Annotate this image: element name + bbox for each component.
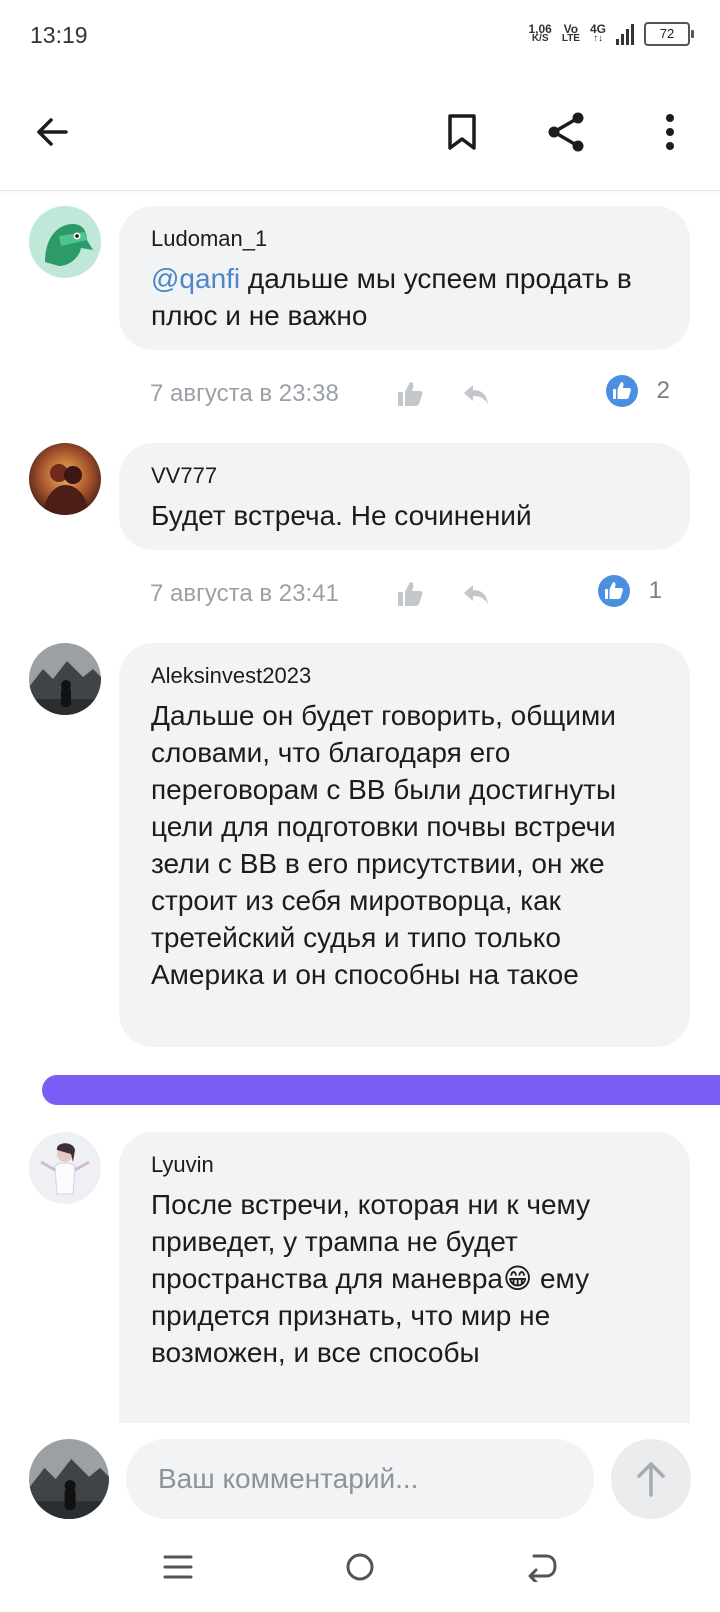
comment-meta: 7 августа в 23:41 1 bbox=[150, 574, 670, 614]
like-badge-icon[interactable] bbox=[597, 574, 631, 608]
avatar[interactable] bbox=[29, 443, 101, 515]
back-nav-button[interactable] bbox=[517, 1545, 567, 1589]
likes-count: 2 bbox=[656, 377, 670, 404]
my-avatar[interactable] bbox=[29, 1439, 109, 1519]
comment-meta: 7 августа в 23:38 2 bbox=[150, 374, 670, 414]
signal-icon bbox=[616, 23, 634, 45]
comment-text: Будет встреча. Не сочинений bbox=[151, 500, 532, 531]
recents-button[interactable] bbox=[153, 1545, 203, 1589]
girl-avatar-icon bbox=[29, 1132, 101, 1204]
thumbs-up-icon bbox=[398, 582, 423, 606]
status-bar: 13:19 1,06 K/S Vo LTE 4G ↑↓ 72 bbox=[0, 0, 720, 76]
network-type: 4G ↑↓ bbox=[589, 22, 606, 44]
net-speed: 1,06 K/S bbox=[528, 22, 552, 44]
home-circle-icon bbox=[346, 1553, 374, 1581]
likes: 1 bbox=[597, 574, 662, 608]
bookmark-icon bbox=[448, 114, 476, 150]
app-bar bbox=[0, 76, 720, 191]
reply-button[interactable] bbox=[456, 574, 496, 614]
arrow-left-icon bbox=[37, 118, 68, 146]
reply-button[interactable] bbox=[456, 374, 496, 414]
comment-input-bar: Ваш комментарий... bbox=[0, 1423, 720, 1523]
battery-icon: 72 bbox=[644, 22, 694, 46]
thumbs-up-icon bbox=[398, 382, 423, 406]
like-button[interactable] bbox=[390, 574, 430, 614]
comment-author[interactable]: Lyuvin bbox=[151, 1152, 660, 1178]
menu-icon bbox=[163, 1555, 193, 1579]
more-vertical-icon bbox=[666, 114, 674, 150]
share-button[interactable] bbox=[540, 106, 592, 158]
status-time: 13:19 bbox=[30, 22, 88, 48]
new-comments-divider bbox=[42, 1075, 720, 1105]
back-nav-icon bbox=[528, 1554, 557, 1582]
system-nav-bar bbox=[0, 1523, 720, 1612]
arrow-up-icon bbox=[637, 1462, 665, 1497]
mountain-avatar-icon bbox=[29, 643, 101, 715]
home-button[interactable] bbox=[335, 1545, 385, 1589]
mountain-avatar-icon bbox=[29, 1439, 109, 1519]
avatar[interactable] bbox=[29, 643, 101, 715]
couple-avatar-icon bbox=[29, 443, 101, 515]
comment-author[interactable]: VV777 bbox=[151, 463, 660, 489]
share-icon bbox=[548, 112, 584, 152]
bookmark-button[interactable] bbox=[436, 106, 488, 158]
comment-author[interactable]: Ludoman_1 bbox=[151, 226, 660, 252]
comment-text: После встречи, которая ни к чему приведе… bbox=[151, 1189, 591, 1368]
comment-date: 7 августа в 23:41 bbox=[150, 580, 339, 607]
likes: 2 bbox=[605, 374, 670, 408]
comment-bubble[interactable]: Ludoman_1 @qanfi дальше мы успеем продат… bbox=[119, 206, 690, 350]
like-badge-icon[interactable] bbox=[605, 374, 639, 408]
more-button[interactable] bbox=[644, 106, 696, 158]
reply-icon bbox=[464, 385, 488, 404]
comments-feed[interactable]: Ludoman_1 @qanfi дальше мы успеем продат… bbox=[0, 191, 720, 1423]
comment-text: Дальше он будет говорить, общими словами… bbox=[151, 700, 617, 990]
user-mention[interactable]: @qanfi bbox=[151, 263, 240, 294]
comment-author[interactable]: Aleksinvest2023 bbox=[151, 663, 660, 689]
send-button[interactable] bbox=[611, 1439, 691, 1519]
comment-bubble[interactable]: Lyuvin После встречи, которая ни к чему … bbox=[119, 1132, 690, 1423]
volte-indicator: Vo LTE bbox=[561, 22, 580, 44]
comment-text: @qanfi дальше мы успеем продать в плюс и… bbox=[151, 263, 632, 331]
avatar[interactable] bbox=[29, 206, 101, 278]
comment-bubble[interactable]: Aleksinvest2023 Дальше он будет говорить… bbox=[119, 643, 690, 1047]
back-button[interactable] bbox=[26, 106, 78, 158]
comment-bubble[interactable]: VV777 Будет встреча. Не сочинений bbox=[119, 443, 690, 550]
avatar[interactable] bbox=[29, 1132, 101, 1204]
status-icons: 1,06 K/S Vo LTE 4G ↑↓ 72 bbox=[528, 22, 694, 46]
battery-level: 72 bbox=[659, 26, 675, 41]
reply-icon bbox=[464, 585, 488, 604]
comment-input[interactable]: Ваш комментарий... bbox=[126, 1439, 594, 1519]
parrot-avatar-icon bbox=[29, 206, 101, 278]
like-button[interactable] bbox=[390, 374, 430, 414]
likes-count: 1 bbox=[648, 577, 662, 604]
comment-date: 7 августа в 23:38 bbox=[150, 380, 339, 407]
